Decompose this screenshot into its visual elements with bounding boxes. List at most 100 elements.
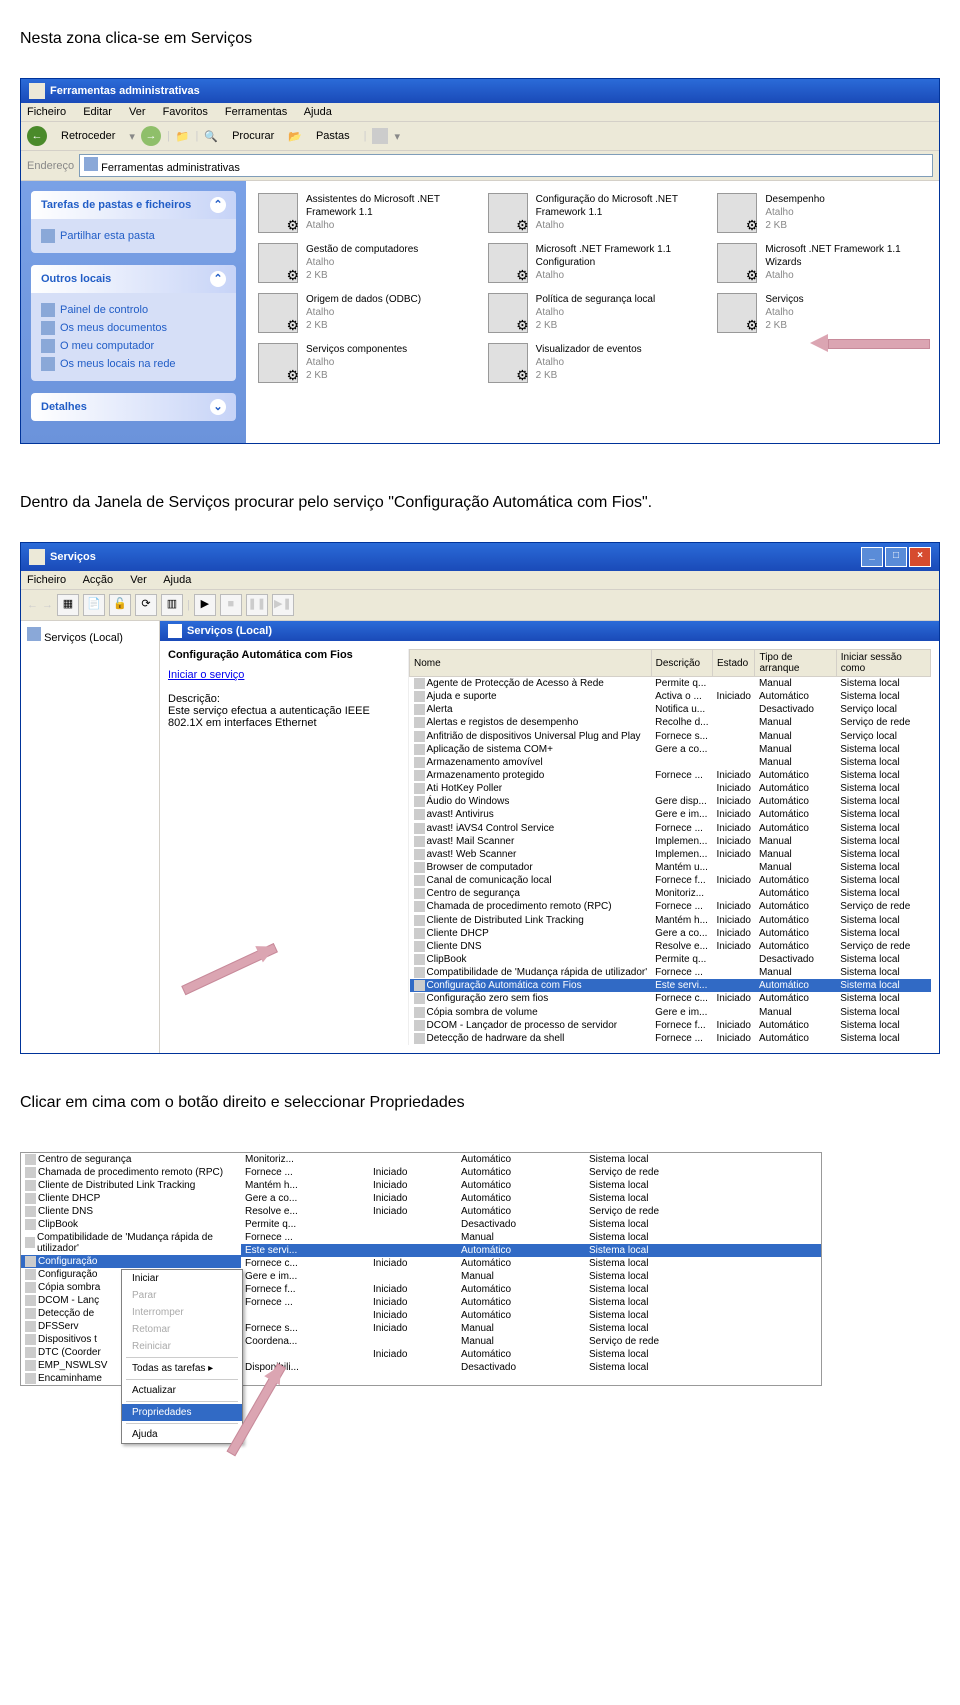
file-item[interactable]: Serviços componentesAtalho2 KB <box>258 343 468 383</box>
service-row[interactable]: Centro de segurança <box>21 1153 241 1166</box>
chevron-up-icon[interactable]: ⌃ <box>210 271 226 287</box>
file-item[interactable]: Microsoft .NET Framework 1.1 Configurati… <box>488 243 698 283</box>
minimize-button[interactable]: _ <box>861 547 883 567</box>
service-row-cols[interactable]: Mantém h...IniciadoAutomáticoSistema loc… <box>241 1179 821 1192</box>
file-item[interactable]: Microsoft .NET Framework 1.1 WizardsAtal… <box>717 243 927 283</box>
network-link[interactable]: Os meus locais na rede <box>41 355 226 373</box>
tb-play-icon[interactable]: ▶ <box>194 594 216 616</box>
service-row[interactable]: Cliente DNS <box>21 1205 241 1218</box>
file-item[interactable]: Configuração do Microsoft .NET Framework… <box>488 193 698 233</box>
service-row[interactable]: Anfitrião de dispositivos Universal Plug… <box>410 730 931 743</box>
service-row[interactable]: Chamada de procedimento remoto (RPC)Forn… <box>410 900 931 913</box>
service-row[interactable]: Áudio do WindowsGere disp...IniciadoAuto… <box>410 795 931 808</box>
menu-item[interactable]: Todas as tarefas ▸ <box>122 1360 242 1377</box>
col-sessao[interactable]: Iniciar sessão como <box>836 650 930 677</box>
service-row-cols[interactable]: Coordena...ManualServiço de rede <box>241 1335 821 1348</box>
services-table[interactable]: Nome Descrição Estado Tipo de arranque I… <box>409 649 931 1045</box>
service-row-cols[interactable]: Fornece f...IniciadoAutomáticoSistema lo… <box>241 1283 821 1296</box>
service-row[interactable]: Aplicação de sistema COM+Gere a co...Man… <box>410 743 931 756</box>
service-row-cols[interactable]: Este servi...AutomáticoSistema local <box>241 1244 821 1257</box>
service-row[interactable]: Cliente DNSResolve e...IniciadoAutomátic… <box>410 940 931 953</box>
menu-item[interactable]: Propriedades <box>122 1404 242 1421</box>
search-icon[interactable]: 🔍 <box>204 130 218 143</box>
service-row[interactable]: avast! iAVS4 Control ServiceFornece ...I… <box>410 822 931 835</box>
service-row[interactable]: avast! AntivirusGere e im...IniciadoAuto… <box>410 808 931 821</box>
tb-icon[interactable]: 📄 <box>83 594 105 616</box>
computer-link[interactable]: O meu computador <box>41 337 226 355</box>
tb-icon[interactable]: ⟳ <box>135 594 157 616</box>
col-estado[interactable]: Estado <box>713 650 755 677</box>
service-row-cols[interactable]: IniciadoAutomáticoSistema local <box>241 1348 821 1361</box>
service-row[interactable]: ClipBookPermite q...DesactivadoSistema l… <box>410 953 931 966</box>
service-row-cols[interactable]: IniciadoAutomáticoSistema local <box>241 1309 821 1322</box>
menu-ficheiro[interactable]: Ficheiro <box>27 106 66 118</box>
menu-accao[interactable]: Acção <box>83 574 114 586</box>
address-field[interactable]: Ferramentas administrativas <box>79 154 933 177</box>
forward-icon[interactable]: → <box>141 126 161 146</box>
search-button[interactable]: Procurar <box>224 127 282 145</box>
service-row[interactable]: AlertaNotifica u...DesactivadoServiço lo… <box>410 703 931 716</box>
service-row[interactable]: Ajuda e suporteActiva o ...IniciadoAutom… <box>410 690 931 703</box>
menu-ajuda[interactable]: Ajuda <box>304 106 332 118</box>
col-descricao[interactable]: Descrição <box>651 650 712 677</box>
up-icon[interactable]: 📁 <box>176 130 190 143</box>
service-row[interactable]: Cliente de Distributed Link TrackingMant… <box>410 914 931 927</box>
menu-item[interactable]: Iniciar <box>122 1270 242 1287</box>
start-service-link[interactable]: Iniciar o serviço <box>168 669 398 681</box>
file-item[interactable]: Assistentes do Microsoft .NET Framework … <box>258 193 468 233</box>
documents-link[interactable]: Os meus documentos <box>41 319 226 337</box>
tasks-panel-header[interactable]: Tarefas de pastas e ficheiros ⌃ <box>31 191 236 219</box>
folders-icon[interactable]: 📂 <box>288 130 302 143</box>
service-row-cols[interactable]: Gere e im...ManualSistema local <box>241 1270 821 1283</box>
file-item[interactable]: ServiçosAtalho2 KB <box>717 293 927 333</box>
close-button[interactable]: × <box>909 547 931 567</box>
service-row[interactable]: Configuração <box>21 1255 241 1268</box>
service-row[interactable]: Detecção de hadrware da shellFornece ...… <box>410 1032 931 1045</box>
service-row[interactable]: Compatibilidade de 'Mudança rápida de ut… <box>21 1231 241 1255</box>
back-icon[interactable]: ← <box>27 126 47 146</box>
menu-editar[interactable]: Editar <box>83 106 112 118</box>
service-row[interactable]: Configuração zero sem fiosFornece c...In… <box>410 992 931 1005</box>
service-row[interactable]: Configuração Automática com FiosEste ser… <box>410 979 931 992</box>
service-row[interactable]: avast! Web ScannerImplemen...IniciadoMan… <box>410 848 931 861</box>
service-row[interactable]: ClipBook <box>21 1218 241 1231</box>
menu-ferramentas[interactable]: Ferramentas <box>225 106 287 118</box>
service-row[interactable]: Armazenamento protegidoFornece ...Inicia… <box>410 769 931 782</box>
service-row[interactable]: Alertas e registos de desempenhoRecolhe … <box>410 716 931 729</box>
menu-item[interactable]: Actualizar <box>122 1382 242 1399</box>
share-folder-link[interactable]: Partilhar esta pasta <box>41 227 226 245</box>
service-row-cols[interactable]: Fornece s...IniciadoManualSistema local <box>241 1322 821 1335</box>
service-row-cols[interactable]: Permite q...DesactivadoSistema local <box>241 1218 821 1231</box>
menu-ver[interactable]: Ver <box>129 106 146 118</box>
file-item[interactable]: Gestão de computadoresAtalho2 KB <box>258 243 468 283</box>
tb-icon[interactable]: 🔓 <box>109 594 131 616</box>
service-row-cols[interactable]: Monitoriz...AutomáticoSistema local <box>241 1153 821 1166</box>
service-row[interactable]: Browser de computadorMantém u...ManualSi… <box>410 861 931 874</box>
other-panel-header[interactable]: Outros locais ⌃ <box>31 265 236 293</box>
service-row-cols[interactable]: Resolve e...IniciadoAutomáticoServiço de… <box>241 1205 821 1218</box>
col-nome[interactable]: Nome <box>410 650 652 677</box>
service-row[interactable]: Centro de segurançaMonitoriz...Automátic… <box>410 887 931 900</box>
file-item[interactable]: Visualizador de eventosAtalho2 KB <box>488 343 698 383</box>
service-row[interactable]: Ati HotKey PollerIniciadoAutomáticoSiste… <box>410 782 931 795</box>
service-row[interactable]: Armazenamento amovívelManualSistema loca… <box>410 756 931 769</box>
tb-restart-icon[interactable]: ▶❚ <box>272 594 294 616</box>
service-row-cols[interactable]: Fornece ...ManualSistema local <box>241 1231 821 1244</box>
tb-stop-icon[interactable]: ■ <box>220 594 242 616</box>
file-item[interactable]: Política de segurança localAtalho2 KB <box>488 293 698 333</box>
menu-ver[interactable]: Ver <box>130 574 147 586</box>
details-panel-header[interactable]: Detalhes ⌄ <box>31 393 236 421</box>
tb-pause-icon[interactable]: ❚❚ <box>246 594 268 616</box>
service-row[interactable]: Cliente de Distributed Link Tracking <box>21 1179 241 1192</box>
service-row-cols[interactable]: Gere a co...IniciadoAutomáticoSistema lo… <box>241 1192 821 1205</box>
service-row[interactable]: avast! Mail ScannerImplemen...IniciadoMa… <box>410 835 931 848</box>
control-panel-link[interactable]: Painel de controlo <box>41 301 226 319</box>
service-row-cols[interactable]: Fornece ...IniciadoAutomáticoSistema loc… <box>241 1296 821 1309</box>
tb-icon[interactable]: ▦ <box>57 594 79 616</box>
menu-ficheiro[interactable]: Ficheiro <box>27 574 66 586</box>
col-arranque[interactable]: Tipo de arranque <box>755 650 836 677</box>
context-menu[interactable]: IniciarPararInterromperRetomarReiniciar … <box>121 1269 243 1444</box>
tree-item[interactable]: Serviços (Local) <box>25 625 155 646</box>
views-icon[interactable] <box>372 128 388 144</box>
chevron-down-icon[interactable]: ⌄ <box>210 399 226 415</box>
